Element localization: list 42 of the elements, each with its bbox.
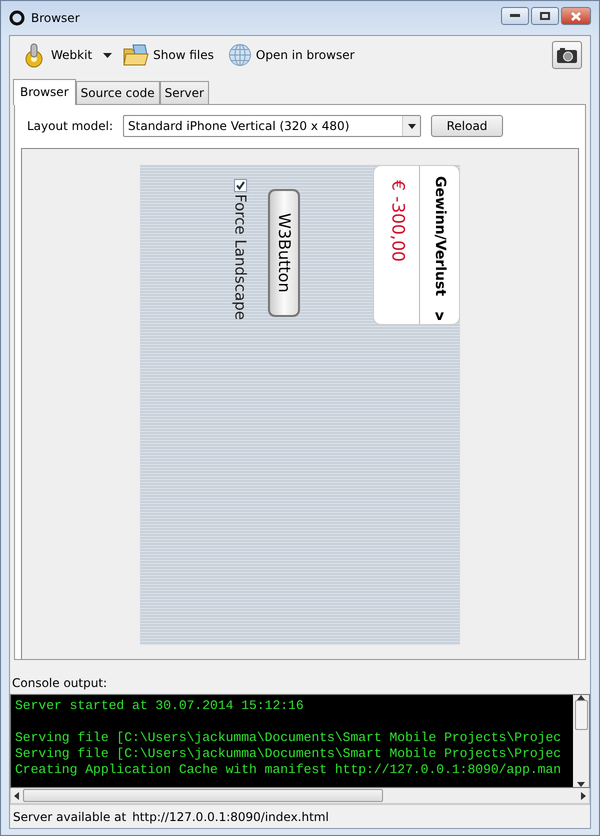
window-title: Browser	[31, 10, 80, 27]
caret-icon	[103, 52, 112, 58]
toolbar-button[interactable]: Webkit	[18, 40, 96, 70]
dropdown-arrow[interactable]	[103, 52, 112, 58]
camera-icon	[556, 46, 578, 64]
tab[interactable]: Browser	[13, 79, 76, 105]
close-icon	[571, 12, 581, 20]
maximize-icon	[540, 12, 550, 20]
checkbox[interactable]	[234, 179, 247, 192]
console-label: Console output:	[11, 675, 108, 692]
check-icon	[236, 181, 245, 190]
layout-model-label: Layout model:	[27, 118, 114, 135]
console-line: Server started at 30.07.2014 15:12:16	[15, 698, 305, 714]
console-line: Serving file [C:\Users\jackumma\Documents\Smart Mobile Projects\Projec	[15, 746, 562, 762]
minimize-icon	[510, 14, 520, 18]
horizontal-scrollbar[interactable]	[10, 788, 590, 804]
console-line: Creating Application Cache with manifest http://127.0.0.1:8090/app.man	[15, 762, 562, 778]
tab[interactable]: Source code	[76, 81, 160, 104]
minimize-button[interactable]	[501, 7, 529, 25]
caret-icon	[408, 124, 416, 128]
toolbar-button[interactable]: Open in browser	[224, 41, 358, 69]
console-line: Serving file [C:\Users\jackumma\Documents\Smart Mobile Projects\Projec	[15, 730, 562, 746]
chevron-toggle[interactable]: v	[434, 306, 444, 328]
status-text: Server available at	[13, 808, 126, 826]
reload-button[interactable]: Reload	[431, 115, 504, 137]
toolbar-button[interactable]: Show files	[120, 41, 217, 69]
server-url: http://127.0.0.1:8090/index.html	[132, 808, 329, 826]
globe-icon	[228, 43, 252, 67]
scroll-right-icon	[581, 792, 586, 800]
checkbox-label: Force Landscape	[230, 194, 250, 320]
layout-model-dropdown[interactable]: Standard iPhone Vertical (320 x 480)	[123, 115, 422, 137]
folder-icon	[123, 43, 150, 67]
card-title: Gewinn/Verlust	[431, 176, 449, 296]
amount-value: € -300,00	[386, 180, 408, 264]
app-icon	[9, 10, 25, 26]
vertical-scrollbar[interactable]	[573, 695, 589, 787]
camera-button[interactable]	[552, 41, 582, 69]
close-button[interactable]	[561, 7, 591, 25]
maximize-button[interactable]	[531, 7, 559, 25]
w3-button[interactable]: W3Button	[268, 189, 300, 317]
scroll-left-icon	[14, 792, 19, 800]
tab[interactable]: Server	[160, 81, 209, 104]
